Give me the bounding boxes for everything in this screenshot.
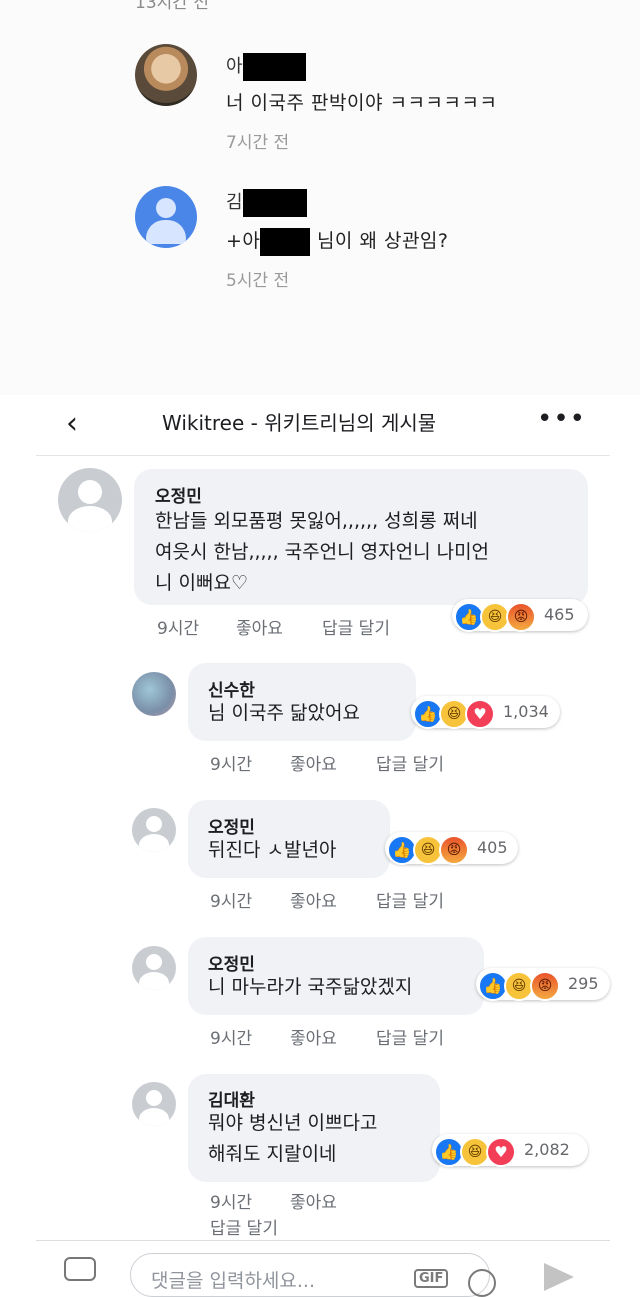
angry-reaction-icon: 😡 — [439, 835, 469, 865]
comment-text: 니 마누라가 국주닮았겠지 — [208, 972, 412, 1003]
comment-time: 7시간 전 — [226, 133, 290, 153]
comment-line: 니 이뻐요♡ — [155, 572, 248, 594]
reaction-summary[interactable]: 👍 😆 ♥ 1,034 — [411, 696, 560, 729]
commenter-name[interactable]: 오정민 — [155, 482, 202, 507]
commenter-name[interactable]: 김 — [226, 188, 307, 217]
comment-time: 9시간 — [210, 892, 253, 912]
comment-line: 뒤진다 ㅅ발년아 — [208, 839, 337, 861]
comment-text: 님 이국주 닮았어요 — [208, 698, 360, 729]
redaction-box — [242, 189, 307, 217]
reaction-count: 405 — [477, 838, 508, 857]
reply-button[interactable]: 답글 달기 — [376, 750, 444, 775]
reaction-summary[interactable]: 👍 😆 ♥ 2,082 — [432, 1134, 588, 1167]
comment-line: 니 마누라가 국주닮았겠지 — [208, 976, 413, 998]
reply-button[interactable]: 답글 달기 — [376, 1024, 444, 1049]
comment-time: 5시간 전 — [226, 271, 290, 291]
avatar[interactable] — [135, 44, 197, 106]
comment-line: 뭐야 병신년 이쁘다고 — [208, 1112, 378, 1134]
angry-reaction-icon: 😡 — [506, 602, 536, 632]
reaction-summary[interactable]: 👍 😆 😡 295 — [476, 968, 610, 1001]
comment-text: 너 이국주 판박이야 ㅋㅋㅋㅋㅋㅋ — [226, 92, 498, 114]
comment-line: 한남들 외모품평 못잃어,,,,,, 성희롱 쩌네 — [155, 510, 478, 532]
commenter-name[interactable]: 아 — [226, 52, 306, 81]
like-button[interactable]: 좋아요 — [290, 1024, 337, 1049]
angry-reaction-icon: 😡 — [530, 971, 560, 1001]
default-avatar-icon[interactable] — [135, 186, 197, 248]
like-button[interactable]: 좋아요 — [236, 614, 283, 639]
love-reaction-icon: ♥ — [486, 1137, 516, 1167]
default-avatar-icon[interactable] — [132, 1082, 176, 1126]
send-icon[interactable] — [544, 1263, 574, 1291]
like-button[interactable]: 좋아요 — [290, 1188, 337, 1213]
redaction-box — [242, 53, 306, 81]
love-reaction-icon: ♥ — [465, 699, 495, 729]
comment-line: 여읏시 한남,,,,, 국주언니 영자언니 나미언 — [155, 541, 490, 563]
reaction-count: 2,082 — [524, 1140, 570, 1159]
reply-button[interactable]: 답글 달기 — [376, 887, 444, 912]
comment-line: 해줘도 지랄이네 — [208, 1143, 337, 1165]
comment-text: 뒤진다 ㅅ발년아 — [208, 835, 336, 866]
reaction-summary[interactable]: 👍 😆 😡 465 — [452, 599, 588, 632]
comment-time: 9시간 — [210, 1193, 253, 1213]
reaction-summary[interactable]: 👍 😆 😡 405 — [385, 832, 518, 865]
page-title: Wikitree - 위키트리님의 게시물 — [162, 411, 437, 435]
comment-text: 한남들 외모품평 못잃어,,,,,, 성희롱 쩌네 여읏시 한남,,,,, 국주… — [155, 506, 489, 599]
comment-time: 9시간 — [157, 619, 200, 639]
like-button[interactable]: 좋아요 — [290, 887, 337, 912]
reaction-count: 295 — [568, 974, 599, 993]
back-arrow-icon[interactable]: ‹ — [66, 409, 78, 439]
reply-button[interactable]: 답글 달기 — [322, 614, 390, 639]
comment-time: 9시간 — [210, 1029, 253, 1049]
reaction-count: 465 — [544, 605, 575, 624]
default-avatar-icon[interactable] — [132, 946, 176, 990]
camera-icon[interactable] — [64, 1257, 96, 1281]
default-avatar-icon[interactable] — [132, 808, 176, 852]
emoji-icon[interactable] — [468, 1269, 496, 1297]
more-options-icon[interactable]: ••• — [537, 404, 586, 434]
comment-text: +아 님이 왜 상관임? — [226, 226, 449, 256]
like-button[interactable]: 좋아요 — [290, 750, 337, 775]
reaction-count: 1,034 — [503, 702, 549, 721]
previous-comment-thread: 13시간 전 아 너 이국주 판박이야 ㅋㅋㅋㅋㅋㅋ 7시간 전 김 +아 님이… — [0, 0, 640, 395]
comment-text: 뭐야 병신년 이쁘다고 해줘도 지랄이네 — [208, 1108, 377, 1170]
redaction-box — [260, 227, 311, 256]
gif-icon[interactable]: GIF — [414, 1269, 449, 1288]
comment-time: 9시간 — [210, 755, 253, 775]
reply-button[interactable]: 답글 달기 — [210, 1214, 278, 1239]
cut-timestamp: 13시간 전 — [135, 0, 209, 13]
default-avatar-icon[interactable] — [58, 468, 122, 532]
comment-line: 님 이국주 닮았어요 — [208, 702, 360, 724]
post-header: ‹ Wikitree - 위키트리님의 게시물 ••• — [36, 395, 610, 456]
comment-composer: 댓글을 입력하세요... GIF — [36, 1240, 610, 1297]
avatar[interactable] — [132, 672, 176, 716]
